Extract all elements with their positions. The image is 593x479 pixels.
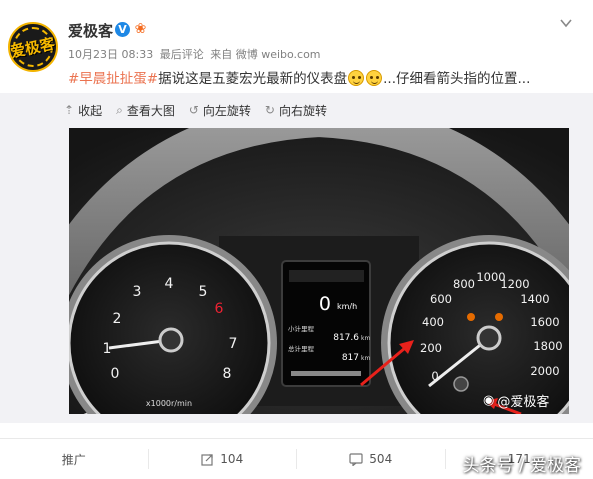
tach-label: 0 (111, 366, 120, 382)
warning-light-icon (467, 313, 475, 321)
rotate-left-button[interactable]: ↺ 向左旋转 (189, 101, 251, 119)
tach-label: 3 (133, 284, 142, 300)
post-text-main: 据说这是五菱宏光最新的仪表盘 (158, 71, 348, 87)
post-meta: 10月23日 08:33 最后评论 来自 微博 weibo.com (68, 46, 324, 62)
comment-button[interactable]: 504 (297, 449, 446, 469)
odo-label-2: 总计里程 (288, 344, 315, 353)
tach-label: 4 (165, 276, 174, 292)
vip-icon: ❀ (134, 21, 147, 37)
warning-light-icon (495, 313, 503, 321)
rotate-left-icon: ↺ (188, 103, 199, 117)
promote-label: 推广 (61, 452, 86, 467)
collapse-button[interactable]: ⇡ 收起 (64, 101, 102, 119)
speed-label: 2000 (530, 364, 559, 378)
odo-unit-2: km (361, 355, 370, 362)
comment-count: 504 (369, 452, 393, 466)
tach-label: 6 (215, 301, 224, 317)
rotate-right-button[interactable]: ↻ 向右旋转 (265, 101, 327, 119)
image-watermark-text: @爱极客 (497, 395, 550, 410)
cat-emoji-icon (366, 70, 383, 86)
speed-label: 1800 (533, 339, 562, 353)
magnifier-icon: ⌕ (116, 102, 123, 117)
image-watermark: ◉ @爱极客 (483, 391, 549, 410)
rotate-right-label: 向右旋转 (278, 103, 327, 118)
tach-label: 8 (223, 366, 232, 382)
dashboard-photo: 0 1 2 3 4 5 6 7 8 x1000r/min 0 km/h 小计里程… (69, 128, 569, 414)
chevron-down-icon[interactable] (559, 16, 573, 30)
speed-label: 1400 (520, 292, 549, 306)
hashtag-link[interactable]: #早晨扯扯蛋# (68, 71, 158, 87)
repost-count: 104 (220, 452, 244, 466)
post-text: #早晨扯扯蛋#据说这是五菱宏光最新的仪表盘 ...仔细看箭头指的位置... (68, 67, 530, 87)
speed-label: 600 (430, 292, 452, 306)
weibo-post: 爱极客 爱极客 V ❀ 10月23日 08:33 最后评论 来自 微博 weib… (0, 0, 593, 430)
image-toolbar: ⇡ 收起 ⌕ 查看大图 ↺ 向左旋转 ↻ 向右旋转 (64, 101, 327, 119)
speed-label: 800 (453, 277, 475, 291)
cat-emoji-icon (348, 70, 365, 86)
user-avatar[interactable]: 爱极客 (8, 22, 58, 72)
rotate-right-icon: ↻ (264, 103, 275, 117)
username[interactable]: 爱极客 (68, 20, 113, 41)
tach-unit: x1000r/min (146, 399, 192, 408)
promote-button[interactable]: 推广 (0, 449, 149, 469)
weibo-eye-icon: ◉ (483, 393, 495, 408)
tach-label: 5 (199, 284, 208, 300)
speed-display: 0 (319, 293, 331, 315)
repost-icon (201, 453, 213, 466)
post-photo[interactable]: 0 1 2 3 4 5 6 7 8 x1000r/min 0 km/h 小计里程… (69, 128, 569, 414)
post-text-tail: ...仔细看箭头指的位置... (383, 71, 531, 87)
odo-label-1: 小计里程 (288, 324, 315, 333)
comment-icon (349, 452, 363, 466)
post-source: 来自 微博 weibo.com (210, 48, 321, 61)
rotate-left-label: 向左旋转 (202, 103, 251, 118)
verified-icon: V (115, 22, 130, 37)
speed-unit: km/h (337, 302, 357, 311)
site-watermark: 头条号 / 爱极客 (462, 456, 581, 476)
speed-label: 1200 (500, 277, 529, 291)
repost-button[interactable]: 104 (149, 449, 297, 469)
odo-value-1: 817.6 (333, 333, 359, 343)
last-comment-label: 最后评论 (159, 48, 204, 61)
tach-label: 7 (229, 336, 238, 352)
arrow-up-icon: ⇡ (64, 103, 75, 117)
collapse-label: 收起 (78, 103, 103, 118)
speed-label: 400 (422, 315, 444, 329)
post-date[interactable]: 10月23日 08:33 (68, 48, 153, 61)
view-large-button[interactable]: ⌕ 查看大图 (116, 101, 175, 119)
tach-label: 2 (113, 311, 122, 327)
speed-label: 200 (420, 341, 442, 355)
odo-value-2: 817 (342, 353, 359, 363)
odo-unit-1: km (361, 335, 370, 342)
speed-label: 1600 (530, 315, 559, 329)
view-large-label: 查看大图 (126, 103, 175, 118)
